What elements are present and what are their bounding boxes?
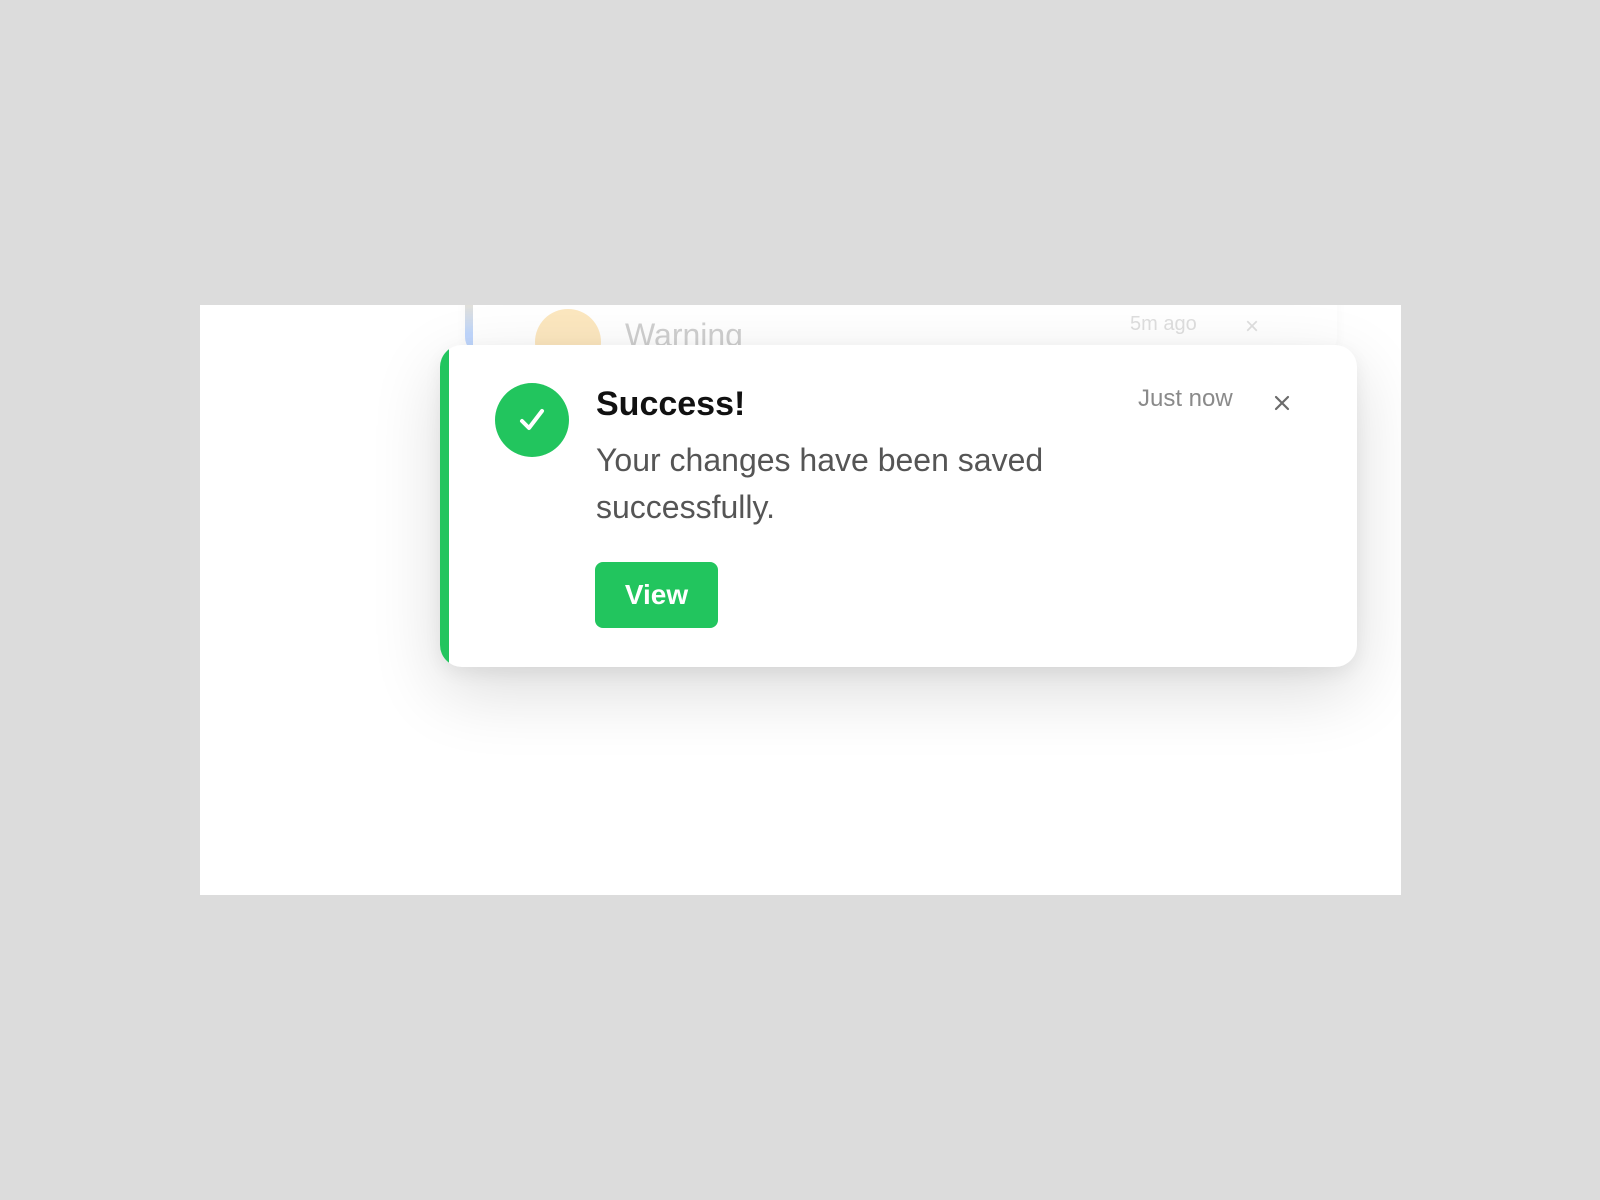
close-icon xyxy=(1274,395,1290,411)
toast-message: Your changes have been saved successfull… xyxy=(596,442,1044,525)
success-toast: Success! Your changes have been saved su… xyxy=(440,345,1357,667)
toast-title: Success! xyxy=(596,385,746,423)
background-toast-time: 5m ago xyxy=(1130,313,1197,335)
notification-panel: Warning 5m ago × Success! Your changes h… xyxy=(200,305,1401,895)
background-toast-close-button[interactable]: × xyxy=(1245,313,1259,341)
check-icon xyxy=(495,383,569,457)
toast-timestamp: Just now xyxy=(1138,385,1233,412)
check-mark-glyph xyxy=(520,409,544,430)
toast-accent-bar xyxy=(440,345,449,667)
close-button[interactable] xyxy=(1268,389,1296,417)
view-button[interactable]: View xyxy=(595,562,718,628)
